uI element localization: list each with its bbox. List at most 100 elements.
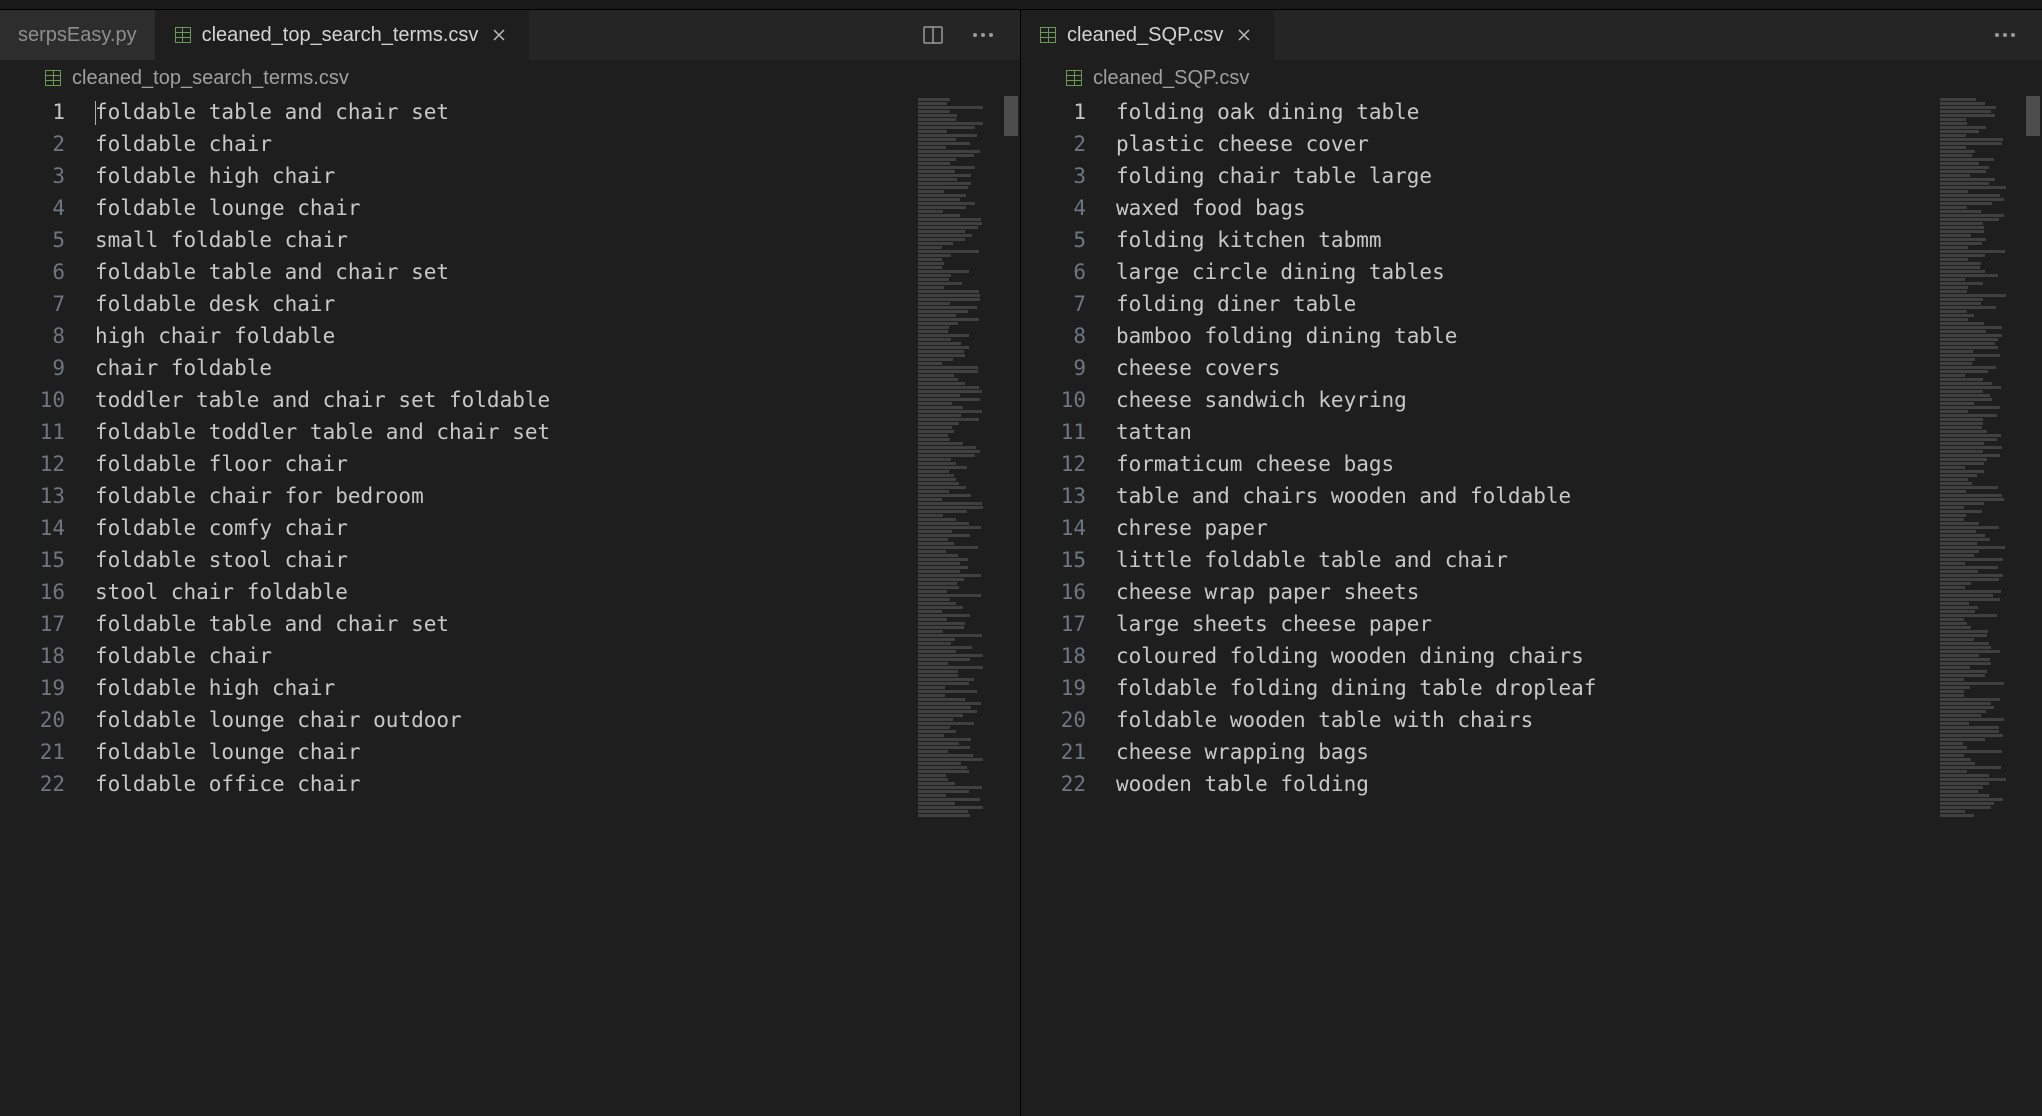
split-editor-icon[interactable] xyxy=(920,22,946,48)
scrollbar-thumb[interactable] xyxy=(2026,96,2040,136)
code-line[interactable]: foldable table and chair set xyxy=(95,96,912,128)
close-icon[interactable] xyxy=(1233,24,1255,46)
tab-bar-left: serpsEasy.py cleaned_top_search_terms.cs… xyxy=(0,10,1020,60)
line-number: 7 xyxy=(1021,288,1086,320)
code-line[interactable]: foldable chair xyxy=(95,640,912,672)
breadcrumb-right[interactable]: cleaned_SQP.csv xyxy=(1021,60,2042,96)
code-line[interactable]: foldable wooden table with chairs xyxy=(1116,704,1934,736)
tab-actions-left xyxy=(896,10,1020,60)
tab-label: serpsEasy.py xyxy=(18,24,137,47)
line-number: 21 xyxy=(0,736,65,768)
more-actions-icon[interactable] xyxy=(970,22,996,48)
code-line[interactable]: cheese sandwich keyring xyxy=(1116,384,1934,416)
code-line[interactable]: foldable high chair xyxy=(95,672,912,704)
code-line[interactable]: folding kitchen tabmm xyxy=(1116,224,1934,256)
code-line[interactable]: folding oak dining table xyxy=(1116,96,1934,128)
line-number: 11 xyxy=(0,416,65,448)
code-line[interactable]: cheese wrap paper sheets xyxy=(1116,576,1934,608)
csv-icon xyxy=(44,69,62,87)
code-line[interactable]: chrese paper xyxy=(1116,512,1934,544)
code-line[interactable]: large sheets cheese paper xyxy=(1116,608,1934,640)
code-line[interactable]: table and chairs wooden and foldable xyxy=(1116,480,1934,512)
minimap[interactable] xyxy=(1934,96,2024,1116)
breadcrumb-label: cleaned_top_search_terms.csv xyxy=(72,67,349,90)
code-line[interactable]: foldable table and chair set xyxy=(95,256,912,288)
code-content[interactable]: folding oak dining tableplastic cheese c… xyxy=(1116,96,1934,1116)
line-number: 13 xyxy=(1021,480,1086,512)
line-number: 3 xyxy=(0,160,65,192)
code-line[interactable]: cheese wrapping bags xyxy=(1116,736,1934,768)
code-line[interactable]: wooden table folding xyxy=(1116,768,1934,800)
code-line[interactable]: tattan xyxy=(1116,416,1934,448)
line-number: 19 xyxy=(1021,672,1086,704)
breadcrumb-label: cleaned_SQP.csv xyxy=(1093,67,1249,90)
tab-label: cleaned_top_search_terms.csv xyxy=(202,24,479,47)
line-number: 1 xyxy=(1021,96,1086,128)
vertical-scrollbar[interactable] xyxy=(1002,96,1020,1116)
line-number: 14 xyxy=(1021,512,1086,544)
code-line[interactable]: coloured folding wooden dining chairs xyxy=(1116,640,1934,672)
code-line[interactable]: foldable table and chair set xyxy=(95,608,912,640)
line-number: 10 xyxy=(1021,384,1086,416)
more-actions-icon[interactable] xyxy=(1992,22,2018,48)
code-line[interactable]: foldable chair for bedroom xyxy=(95,480,912,512)
code-line[interactable]: foldable office chair xyxy=(95,768,912,800)
code-line[interactable]: high chair foldable xyxy=(95,320,912,352)
code-line[interactable]: waxed food bags xyxy=(1116,192,1934,224)
csv-icon xyxy=(1065,69,1083,87)
code-line[interactable]: foldable lounge chair outdoor xyxy=(95,704,912,736)
tab-cleaned-top-search-terms[interactable]: cleaned_top_search_terms.csv xyxy=(156,10,530,60)
code-line[interactable]: foldable high chair xyxy=(95,160,912,192)
code-line[interactable]: toddler table and chair set foldable xyxy=(95,384,912,416)
line-gutter: 12345678910111213141516171819202122 xyxy=(1021,96,1116,1116)
line-number: 17 xyxy=(1021,608,1086,640)
code-line[interactable]: chair foldable xyxy=(95,352,912,384)
text-cursor xyxy=(95,101,96,125)
code-line[interactable]: foldable folding dining table dropleaf xyxy=(1116,672,1934,704)
minimap[interactable] xyxy=(912,96,1002,1116)
code-line[interactable]: bamboo folding dining table xyxy=(1116,320,1934,352)
code-line[interactable]: foldable toddler table and chair set xyxy=(95,416,912,448)
code-line[interactable]: large circle dining tables xyxy=(1116,256,1934,288)
code-line[interactable]: formaticum cheese bags xyxy=(1116,448,1934,480)
tab-cleaned-sqp[interactable]: cleaned_SQP.csv xyxy=(1021,10,1274,60)
line-number: 12 xyxy=(1021,448,1086,480)
line-number: 15 xyxy=(1021,544,1086,576)
tab-label: cleaned_SQP.csv xyxy=(1067,24,1223,47)
code-line[interactable]: small foldable chair xyxy=(95,224,912,256)
code-line[interactable]: plastic cheese cover xyxy=(1116,128,1934,160)
code-line[interactable]: folding diner table xyxy=(1116,288,1934,320)
line-number: 2 xyxy=(1021,128,1086,160)
code-line[interactable]: foldable stool chair xyxy=(95,544,912,576)
code-line[interactable]: foldable lounge chair xyxy=(95,192,912,224)
tab-serps-easy[interactable]: serpsEasy.py xyxy=(0,10,156,60)
code-line[interactable]: folding chair table large xyxy=(1116,160,1934,192)
line-number: 8 xyxy=(1021,320,1086,352)
code-line[interactable]: foldable floor chair xyxy=(95,448,912,480)
line-number: 19 xyxy=(0,672,65,704)
code-line[interactable]: foldable desk chair xyxy=(95,288,912,320)
line-number: 4 xyxy=(0,192,65,224)
scrollbar-thumb[interactable] xyxy=(1004,96,1018,136)
code-line[interactable]: foldable chair xyxy=(95,128,912,160)
line-number: 21 xyxy=(1021,736,1086,768)
line-number: 11 xyxy=(1021,416,1086,448)
close-icon[interactable] xyxy=(488,24,510,46)
line-number: 15 xyxy=(0,544,65,576)
code-line[interactable]: cheese covers xyxy=(1116,352,1934,384)
line-number: 14 xyxy=(0,512,65,544)
code-line[interactable]: little foldable table and chair xyxy=(1116,544,1934,576)
code-line[interactable]: foldable comfy chair xyxy=(95,512,912,544)
editor-workspace: serpsEasy.py cleaned_top_search_terms.cs… xyxy=(0,10,2042,1116)
editor-pane-left: serpsEasy.py cleaned_top_search_terms.cs… xyxy=(0,10,1021,1116)
code-line[interactable]: foldable lounge chair xyxy=(95,736,912,768)
code-line[interactable]: stool chair foldable xyxy=(95,576,912,608)
vertical-scrollbar[interactable] xyxy=(2024,96,2042,1116)
code-content[interactable]: foldable table and chair setfoldable cha… xyxy=(95,96,912,1116)
line-number: 10 xyxy=(0,384,65,416)
line-number: 9 xyxy=(0,352,65,384)
line-number: 6 xyxy=(1021,256,1086,288)
line-number: 5 xyxy=(1021,224,1086,256)
breadcrumb-left[interactable]: cleaned_top_search_terms.csv xyxy=(0,60,1020,96)
line-number: 16 xyxy=(1021,576,1086,608)
